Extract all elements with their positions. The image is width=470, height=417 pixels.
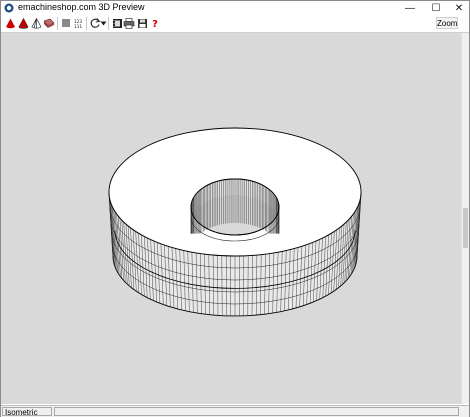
toolbar-separator [86,17,87,30]
dropdown-arrow-icon[interactable] [99,17,107,29]
film-icon[interactable] [111,17,123,29]
3d-viewport[interactable] [1,33,461,404]
cone-wireframe-icon[interactable] [30,17,42,29]
scrollbar-thumb[interactable] [463,208,468,248]
preview-window: emachineshop.com 3D Preview — ☐ ✕ 123 11… [0,0,470,417]
red-cone-icon[interactable] [4,17,16,29]
minimize-button[interactable]: — [397,1,423,15]
toolbar-separator [57,17,58,30]
title-bar: emachineshop.com 3D Preview — ☐ ✕ [1,1,469,15]
status-bar: Isometric [1,405,469,417]
zoom-button[interactable]: Zoom [436,17,458,29]
save-icon[interactable] [136,17,148,29]
print-icon[interactable] [123,17,135,29]
ring-part-model [108,127,362,317]
vertical-scrollbar[interactable] [461,33,469,404]
grid-numbers-icon[interactable]: 123 111 [72,17,84,29]
toolbar: 123 111 ? Zoom [1,15,469,33]
svg-text:111: 111 [74,24,82,29]
svg-text:?: ? [152,19,158,29]
cone-outline-icon[interactable] [17,17,29,29]
app-icon [4,3,14,13]
close-button[interactable]: ✕ [446,1,470,15]
toolbar-separator [108,17,109,30]
status-message-pane [54,407,459,416]
window-title: emachineshop.com 3D Preview [18,2,145,12]
shaded-part-icon[interactable] [43,17,55,29]
view-mode-label: Isometric [2,407,52,417]
gray-square-icon[interactable] [60,17,72,29]
help-icon[interactable]: ? [149,17,161,29]
